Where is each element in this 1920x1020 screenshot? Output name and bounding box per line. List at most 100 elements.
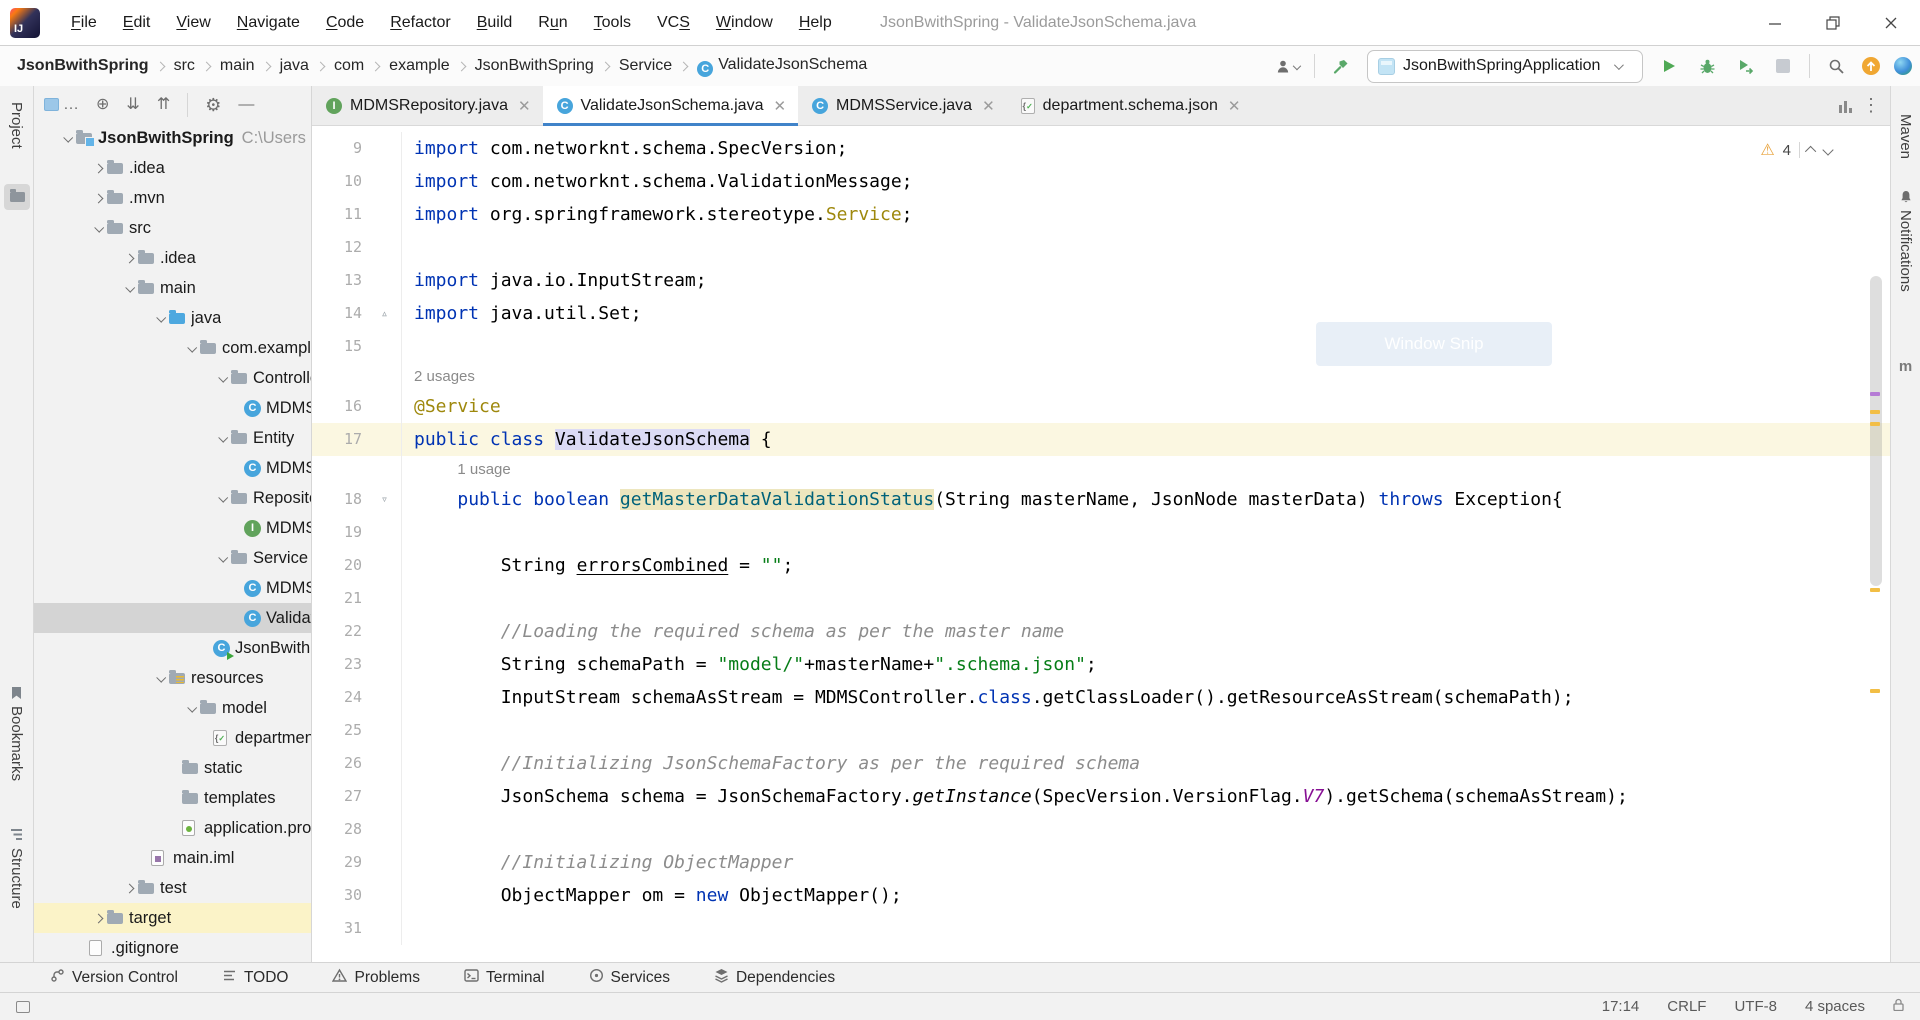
user-icon[interactable] [1276, 54, 1300, 78]
breadcrumb-item[interactable]: JsonBwithSpring [472, 55, 597, 77]
tree-item--idea[interactable]: .idea [34, 153, 311, 183]
tree-item-mdmscontroller[interactable]: CMDMSController [34, 393, 311, 423]
line-number[interactable]: 25 [312, 714, 368, 747]
tab-close-icon[interactable]: ✕ [518, 97, 531, 115]
line-number[interactable]: 28 [312, 813, 368, 846]
tree-item-mdmsentity[interactable]: CMDMSEntity [34, 453, 311, 483]
line-number[interactable]: 11 [312, 198, 368, 231]
minimize-button[interactable] [1746, 0, 1804, 46]
line-number[interactable]: 31 [312, 912, 368, 945]
project-view-selector[interactable]: … [44, 97, 79, 113]
chevron-down-icon[interactable] [182, 345, 200, 352]
menu-tools[interactable]: Tools [581, 9, 644, 37]
tree-item-static[interactable]: static [34, 753, 311, 783]
breadcrumb-item[interactable]: src [171, 55, 198, 77]
fold-marker-icon[interactable]: ▵ [368, 297, 402, 330]
tree-item-mdmsservice[interactable]: CMDMSService [34, 573, 311, 603]
tree-item-main-iml[interactable]: main.iml [34, 843, 311, 873]
restore-button[interactable] [1804, 0, 1862, 46]
search-everywhere-icon[interactable] [1824, 54, 1848, 78]
tree-item-java[interactable]: java [34, 303, 311, 333]
tree-item-test[interactable]: test [34, 873, 311, 903]
structure-icon[interactable] [10, 828, 23, 846]
chevron-down-icon[interactable] [213, 435, 231, 442]
menu-edit[interactable]: Edit [110, 9, 164, 37]
tree-item-service[interactable]: Service [34, 543, 311, 573]
line-number[interactable]: 21 [312, 582, 368, 615]
line-number[interactable]: 23 [312, 648, 368, 681]
chevron-down-icon[interactable] [151, 315, 169, 322]
line-number[interactable]: 10 [312, 165, 368, 198]
menu-refactor[interactable]: Refactor [377, 9, 463, 37]
chevron-down-icon[interactable] [213, 495, 231, 502]
line-number[interactable]: 22 [312, 615, 368, 648]
tool-stripe-structure[interactable]: Structure [8, 848, 25, 909]
tree-item-jsonbwithspring[interactable]: JsonBwithSpringC:\Users [34, 123, 311, 153]
tree-item-src[interactable]: src [34, 213, 311, 243]
breadcrumb-item[interactable]: main [217, 55, 258, 77]
fold-marker-icon[interactable]: ▿ [368, 483, 402, 516]
previous-warning-icon[interactable] [1805, 146, 1816, 157]
usages-inlay[interactable]: 1 usage [312, 456, 1890, 483]
tree-item-com-example-jsonbwithspring[interactable]: com.example.JsonBwithSpring [34, 333, 311, 363]
project-tool-icon[interactable] [4, 184, 30, 210]
line-number[interactable]: 14 [312, 297, 368, 330]
run-with-coverage-button[interactable] [1733, 54, 1757, 78]
breadcrumb-item[interactable]: Service [616, 55, 675, 77]
settings-gear-icon[interactable]: ⚙ [205, 96, 221, 114]
tool-stripe-project[interactable]: Project [8, 102, 25, 149]
tree-item-main[interactable]: main [34, 273, 311, 303]
chevron-down-icon[interactable] [120, 285, 138, 292]
chevron-right-icon[interactable] [89, 915, 107, 922]
stop-button[interactable] [1771, 54, 1795, 78]
chevron-down-icon[interactable] [213, 375, 231, 382]
tree-item-resources[interactable]: resources [34, 663, 311, 693]
line-number[interactable]: 26 [312, 747, 368, 780]
expand-all-icon[interactable]: ⇊ [126, 97, 139, 113]
tree-item-target[interactable]: target [34, 903, 311, 933]
tool-window-button-todo[interactable]: TODO [222, 968, 289, 988]
ide-update-icon[interactable] [1862, 57, 1880, 75]
build-hammer-icon[interactable] [1329, 54, 1353, 78]
tree-item-mdmsrepository[interactable]: IMDMSRepository [34, 513, 311, 543]
menu-vcs[interactable]: VCS [644, 9, 703, 37]
menu-help[interactable]: Help [786, 9, 845, 37]
line-number[interactable]: 20 [312, 549, 368, 582]
tool-window-button-services[interactable]: Services [589, 968, 670, 988]
tool-stripe-notifications[interactable]: Notifications [1897, 210, 1914, 292]
line-number[interactable]: 12 [312, 231, 368, 264]
tool-window-button-terminal[interactable]: Terminal [464, 968, 545, 988]
tree-item-controller[interactable]: Controller [34, 363, 311, 393]
line-number[interactable]: 16 [312, 390, 368, 423]
status-item[interactable]: CRLF [1667, 998, 1706, 1015]
menu-build[interactable]: Build [464, 9, 526, 37]
usages-inlay[interactable]: 2 usages [312, 363, 1890, 390]
hide-panel-icon[interactable]: — [238, 97, 254, 113]
line-number[interactable]: 15 [312, 330, 368, 363]
menu-run[interactable]: Run [525, 9, 580, 37]
editor-tab[interactable]: CMDMSService.java✕ [798, 86, 1007, 125]
tree-item--mvn[interactable]: .mvn [34, 183, 311, 213]
line-number[interactable]: 13 [312, 264, 368, 297]
line-number[interactable]: 24 [312, 681, 368, 714]
run-button[interactable] [1657, 54, 1681, 78]
breadcrumb-item[interactable]: JsonBwithSpring [14, 55, 152, 77]
tab-close-icon[interactable]: ✕ [1228, 97, 1241, 115]
tree-item-department-schema-json[interactable]: {✓department.schema.json [34, 723, 311, 753]
more-options-icon[interactable]: ⋮ [1862, 95, 1880, 116]
run-configuration-select[interactable]: JsonBwithSpringApplication [1367, 50, 1643, 83]
line-number[interactable]: 27 [312, 780, 368, 813]
status-left-icon[interactable] [16, 1001, 30, 1013]
recent-files-icon[interactable] [1839, 99, 1852, 113]
chevron-right-icon[interactable] [120, 885, 138, 892]
tool-window-button-version-control[interactable]: Version Control [50, 968, 178, 988]
editor-tab[interactable]: {✓department.schema.json✕ [1007, 86, 1253, 125]
tool-window-button-dependencies[interactable]: Dependencies [714, 968, 835, 988]
next-warning-icon[interactable] [1822, 144, 1833, 155]
tree-item-entity[interactable]: Entity [34, 423, 311, 453]
menu-file[interactable]: File [58, 9, 110, 37]
tree-item-templates[interactable]: templates [34, 783, 311, 813]
line-number[interactable]: 19 [312, 516, 368, 549]
tree-item--gitignore[interactable]: .gitignore [34, 933, 311, 962]
tab-close-icon[interactable]: ✕ [982, 97, 995, 115]
